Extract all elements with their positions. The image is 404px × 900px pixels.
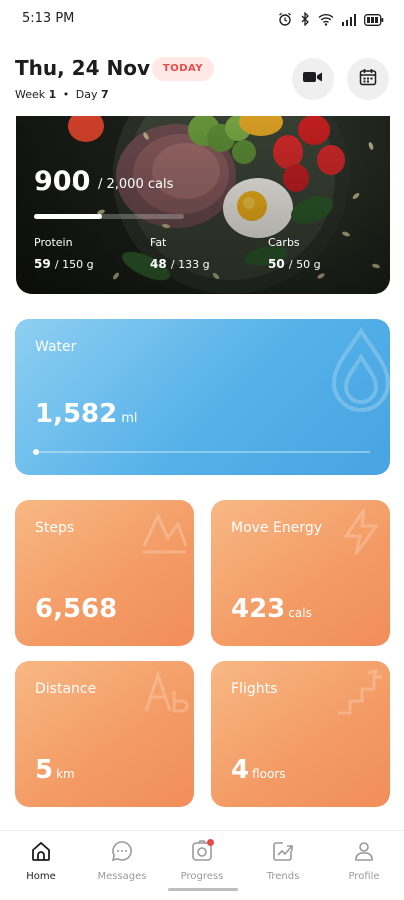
header: Thu, 24 Nov TODAY Week 1 • Day 7 <box>0 48 404 108</box>
battery-icon <box>364 11 384 30</box>
trend-icon <box>271 839 295 863</box>
wifi-icon <box>318 11 334 30</box>
week-day-indicator: Week 1 • Day 7 <box>15 88 109 101</box>
steps-title: Steps <box>35 520 75 536</box>
macro-label: Fat <box>150 236 167 249</box>
user-icon <box>352 839 376 863</box>
week-number: 1 <box>48 88 57 101</box>
macro-fat: Fat 48 / 133 g <box>150 236 210 271</box>
move-energy-value: 423 cals <box>231 594 312 624</box>
distance-value: 5 km <box>35 755 75 785</box>
calories-progress-fill <box>34 214 102 219</box>
macro-value: 50 / 50 g <box>268 257 321 271</box>
move-energy-card[interactable]: Move Energy 423 cals <box>211 500 390 646</box>
status-time: 5:13 PM <box>22 11 75 26</box>
chat-icon <box>110 839 134 863</box>
flights-card[interactable]: Flights 4 floors <box>211 661 390 807</box>
energy-bg-icon <box>343 509 379 555</box>
steps-value: 6,568 <box>35 594 118 624</box>
water-drop-icon <box>331 327 390 412</box>
video-camera-icon <box>302 69 324 89</box>
water-card[interactable]: Water 1,582 ml <box>15 319 390 475</box>
calories-value: 900 <box>34 166 91 197</box>
status-bar: 5:13 PM <box>0 0 404 40</box>
day-label: Day <box>75 88 98 101</box>
nav-label: Profile <box>348 871 380 882</box>
flights-value: 4 floors <box>231 755 286 785</box>
nav-label: Trends <box>266 871 300 882</box>
water-title: Water <box>35 339 77 355</box>
distance-title: Distance <box>35 681 97 697</box>
week-label: Week <box>15 88 46 101</box>
water-progress-handle[interactable] <box>33 449 39 455</box>
alarm-icon <box>278 11 292 30</box>
macro-value: 59 / 150 g <box>34 257 94 271</box>
nav-item-trends[interactable]: Trends <box>248 839 318 882</box>
calories-goal: / 2,000 cals <box>98 177 174 192</box>
calories-progress-bar <box>34 214 184 219</box>
distance-bg-icon <box>144 670 189 713</box>
water-value: 1,582 ml <box>35 399 138 429</box>
flights-title: Flights <box>231 681 278 697</box>
macro-value: 48 / 133 g <box>150 257 210 271</box>
home-indicator <box>168 888 238 891</box>
calendar-icon <box>359 68 377 90</box>
video-button[interactable] <box>292 58 334 100</box>
status-icons <box>278 11 384 30</box>
nav-item-progress[interactable]: Progress <box>167 839 237 882</box>
bluetooth-icon <box>300 11 310 30</box>
stairs-bg-icon <box>338 668 382 715</box>
signal-icon <box>342 11 356 30</box>
water-progress-track[interactable] <box>33 449 370 455</box>
macro-protein: Protein 59 / 150 g <box>34 236 94 271</box>
camera-icon <box>190 839 214 863</box>
home-icon <box>29 839 53 863</box>
macro-label: Protein <box>34 236 73 249</box>
steps-bg-icon <box>142 512 188 554</box>
nav-item-profile[interactable]: Profile <box>329 839 399 882</box>
move-energy-title: Move Energy <box>231 520 323 536</box>
notification-dot <box>207 839 214 846</box>
today-badge[interactable]: TODAY <box>152 57 214 81</box>
nav-item-messages[interactable]: Messages <box>87 839 157 882</box>
nav-label: Progress <box>180 871 224 882</box>
nutrition-card[interactable]: 900 / 2,000 cals Protein 59 / 150 g Fat … <box>16 116 390 294</box>
nav-label: Messages <box>97 871 147 882</box>
separator-dot: • <box>62 88 70 101</box>
nav-label: Home <box>26 871 56 882</box>
page-title: Thu, 24 Nov <box>15 56 150 80</box>
calendar-button[interactable] <box>347 58 389 100</box>
macro-carbs: Carbs 50 / 50 g <box>268 236 321 271</box>
nav-item-home[interactable]: Home <box>6 839 76 882</box>
steps-card[interactable]: Steps 6,568 <box>15 500 194 646</box>
distance-card[interactable]: Distance 5 km <box>15 661 194 807</box>
day-number: 7 <box>101 88 109 101</box>
macro-label: Carbs <box>268 236 300 249</box>
